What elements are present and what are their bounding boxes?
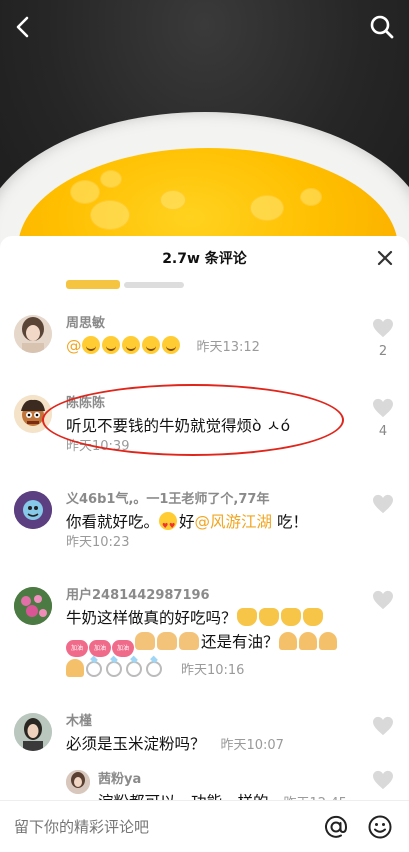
comment-username[interactable]: 木槿 (66, 712, 359, 732)
cheer-heart-badge-icon: 加油 (89, 640, 111, 657)
ring-emoji-icon (106, 661, 122, 677)
heart-icon (373, 590, 393, 610)
pray-emoji-icon (66, 659, 84, 677)
comment-mention[interactable]: @风游江湖 (195, 513, 273, 531)
comment-item: 陈陈陈 听见不要钱的牛奶就觉得烦ò ㅅó 昨天10:39 4 (0, 394, 409, 486)
bubble (160, 190, 186, 210)
video-player[interactable] (0, 0, 409, 250)
sheet-header: 2.7w 条评论 (0, 236, 409, 280)
comment-time: 昨天10:39 (66, 439, 130, 454)
reply-username[interactable]: 茜粉ya (98, 770, 359, 790)
like-button[interactable] (371, 770, 395, 794)
emoji-button[interactable] (365, 812, 395, 842)
heart-icon (373, 494, 393, 514)
comment-text-part: 你看就好吃。 (66, 513, 160, 531)
comment-item: 周思敏 @ 昨天13:12 2 (0, 314, 409, 394)
smile-emoji-icon (141, 336, 160, 354)
avatar[interactable] (14, 587, 52, 625)
comment-time: 昨天10:23 (66, 535, 130, 550)
comment-time: 昨天10:07 (220, 738, 284, 753)
ring-emoji-icon (126, 661, 142, 677)
heart-icon (373, 398, 393, 418)
bubble (250, 195, 284, 221)
avatar[interactable] (14, 491, 52, 529)
waving-hand-emoji-icon (135, 632, 155, 650)
search-icon (370, 15, 394, 39)
comment-input-bar (0, 800, 409, 852)
pray-emoji-icon (298, 632, 317, 650)
like-button[interactable] (371, 590, 395, 614)
comment-text: 牛奶这样做真的好吃吗？ 加油 加油 加油 还是有油？ 昨天10:16 (66, 606, 359, 683)
cheer-heart-badge-icon: 加油 (66, 640, 88, 657)
smile-emoji-icon (161, 336, 180, 354)
close-icon (377, 250, 393, 266)
comment-username[interactable]: 用户2481442987196 (66, 586, 359, 606)
avatar[interactable] (14, 315, 52, 353)
bubble (100, 170, 122, 188)
comment-item: 用户2481442987196 牛奶这样做真的好吃吗？ 加油 加油 加油 还是有油？ … (0, 586, 409, 706)
waving-hand-emoji-icon (157, 632, 177, 650)
search-button[interactable] (365, 10, 399, 44)
comment-text-part: 还是有油？ (201, 633, 279, 651)
smile-emoji-icon (101, 336, 120, 354)
smile-emoji-icon (81, 336, 100, 354)
comment-mention[interactable]: @ (66, 337, 82, 355)
comment-text-part: 好 (179, 513, 195, 531)
pray-emoji-icon (318, 632, 337, 650)
like-count: 2 (378, 344, 388, 359)
mention-button[interactable] (321, 812, 351, 842)
ring-emoji-icon (86, 661, 102, 677)
comment-text-part: 吃！ (272, 513, 308, 531)
comment-text: 听见不要钱的牛奶就觉得烦ò ㅅó (66, 417, 291, 435)
waving-hand-emoji-icon (179, 632, 199, 650)
comment-text-part: 牛奶这样做真的好吃吗？ (66, 609, 237, 627)
comment-username[interactable]: 义46b1气,。一1王老师了个,77年 (66, 490, 359, 510)
comment-sheet: 2.7w 条评论 周思敏 @ 昨天13:12 2 陈陈陈 听见不要钱的牛奶就觉得… (0, 236, 409, 852)
at-sign-icon (325, 815, 348, 838)
avatar[interactable] (14, 713, 52, 751)
heart-eyes-emoji-icon (159, 512, 178, 538)
heart-icon (373, 770, 393, 790)
ring-emoji-icon (146, 661, 162, 677)
bubble (70, 180, 100, 204)
cheer-heart-badge-icon: 加油 (112, 640, 134, 657)
pray-emoji-icon (278, 632, 297, 650)
smile-emoji-icon (121, 336, 140, 354)
bubble (300, 188, 322, 206)
scrolled-comment-fragment (66, 280, 409, 294)
comment-text: @ 昨天13:12 (66, 334, 359, 360)
comment-text: 你看就好吃。 好@风游江湖 吃！ (66, 510, 359, 538)
like-button[interactable] (371, 494, 395, 518)
like-button[interactable] (371, 716, 395, 740)
comment-username[interactable]: 周思敏 (66, 314, 359, 334)
comment-input[interactable] (0, 817, 321, 836)
comment-text-part: 必须是玉米淀粉吗？ (66, 735, 206, 753)
like-button[interactable]: 4 (371, 398, 395, 439)
comment-item: 义46b1气,。一1王老师了个,77年 你看就好吃。 好@风游江湖 吃！ 昨天10… (0, 490, 409, 582)
comment-text: 必须是玉米淀粉吗？ 昨天10:07 (66, 732, 359, 758)
close-button[interactable] (373, 246, 397, 270)
clap-emoji-icon (280, 608, 301, 626)
comment-time: 昨天13:12 (196, 340, 260, 355)
like-button[interactable]: 2 (371, 318, 395, 359)
smiley-icon (368, 815, 392, 838)
comment-count-title: 2.7w 条评论 (162, 251, 247, 267)
avatar[interactable] (14, 395, 52, 433)
heart-icon (373, 318, 393, 338)
heart-icon (373, 716, 393, 736)
chevron-left-icon (16, 16, 29, 38)
clap-emoji-icon (258, 608, 279, 626)
like-count: 4 (378, 424, 388, 439)
back-button[interactable] (6, 10, 40, 44)
comment-username[interactable]: 陈陈陈 (66, 394, 359, 414)
comment-item: 木槿 必须是玉米淀粉吗？ 昨天10:07 (0, 712, 409, 770)
comment-time: 昨天10:16 (180, 663, 245, 678)
avatar[interactable] (66, 770, 90, 794)
clap-emoji-icon (236, 608, 257, 626)
clap-emoji-icon (302, 608, 323, 626)
bubble (90, 200, 130, 230)
